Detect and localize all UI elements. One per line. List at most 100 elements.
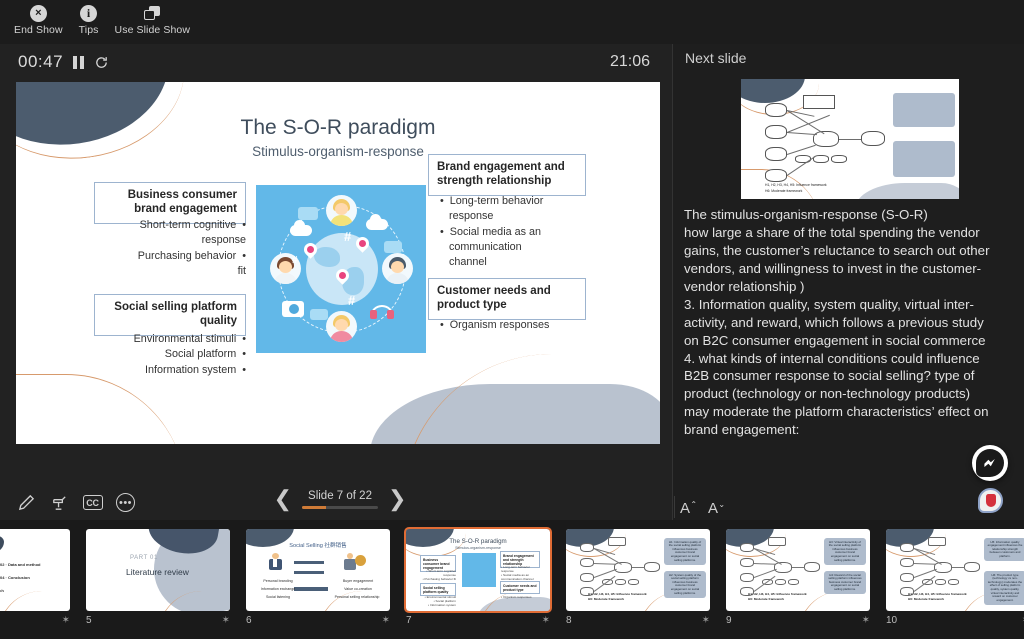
person-graphic — [268, 553, 282, 573]
star-icon[interactable]: ✶ — [62, 615, 70, 626]
next-slide-preview[interactable]: H1, H2, H3, H4, H5: Influence framework … — [741, 79, 959, 199]
annotation-tools: CC ••• — [16, 492, 136, 513]
diagram-edge — [792, 567, 805, 568]
thumbnail-item: PART 01 Literature review 5 ✶ — [78, 529, 238, 639]
box: Customer needs and product type — [500, 581, 540, 595]
previous-slide-button[interactable]: ❮ — [274, 488, 292, 510]
star-icon[interactable]: ✶ — [382, 615, 390, 626]
hashtag-icon: # — [344, 229, 352, 244]
font-size-controls: A ⌃ A ⌄ — [680, 500, 725, 517]
current-slide-pane: 00:47 21:06 The S-O-R paradigm Stimulus-… — [0, 44, 672, 520]
map-pin — [301, 240, 320, 259]
box-heading: Business consumer brand engagement — [127, 189, 237, 216]
thumbnail-subtitle: Stimulus-organism-response — [455, 546, 501, 550]
hashtag-icon: # — [348, 293, 356, 308]
slide-thumbnail-5[interactable]: PART 01 Literature review — [86, 529, 230, 611]
star-icon[interactable]: ✶ — [542, 615, 550, 626]
bullets: • Long-term behavior response • Social me… — [501, 565, 534, 582]
bullets-social-selling-platform: Environmental stimuli • Social platform … — [82, 332, 246, 378]
notes-line: brand engagement: — [684, 422, 800, 438]
notes-line: The stimulus-organism-response (S-O-R) — [684, 207, 928, 222]
reset-timer-button[interactable] — [94, 55, 109, 70]
diagram-node — [964, 562, 980, 572]
notes-line: vendor relationship ) — [684, 278, 805, 294]
slide-navigation: ❮ Slide 7 of 22 ❯ — [265, 488, 415, 510]
diagram-node — [608, 537, 626, 546]
star-icon[interactable]: ✶ — [862, 615, 870, 626]
closed-captions-icon[interactable]: CC — [82, 492, 103, 513]
slide-thumbnail-10[interactable]: H5: Information quality engagement influ… — [886, 529, 1024, 611]
slide-canvas[interactable]: The S-O-R paradigm Stimulus-organism-res… — [16, 82, 660, 444]
slide-thumbnail-9[interactable]: H3: Virtual interactivity of the social … — [726, 529, 870, 611]
laser-pointer-icon[interactable] — [49, 492, 70, 513]
bullet-item: Social platform • — [164, 348, 246, 361]
avatar-top — [326, 195, 357, 226]
next-slide-label: Next slide — [685, 50, 747, 66]
diagram-node — [615, 579, 626, 585]
diagram-node — [740, 543, 754, 552]
star-icon[interactable]: ✶ — [702, 615, 710, 626]
speech-bubble — [384, 241, 402, 253]
thumbnail-meta: 4 ✶ — [0, 615, 70, 626]
thumbnail-meta: 9 ✶ — [726, 615, 870, 626]
decor-curve — [318, 591, 382, 611]
wall-clock: 21:06 — [609, 53, 650, 70]
speaker-notes[interactable]: The stimulus-organism-response (S-O-R) h… — [684, 206, 1016, 439]
diagram-node — [804, 562, 820, 572]
use-slide-show-button[interactable]: Use Slide Show — [115, 0, 191, 36]
label: Personal branding — [263, 579, 293, 583]
increase-font-size-button[interactable]: A ⌃ — [680, 500, 697, 517]
pen-icon[interactable] — [16, 492, 37, 513]
map-pin — [333, 266, 352, 285]
label: Social listening — [266, 595, 290, 599]
messenger-icon[interactable] — [972, 445, 1008, 481]
thumbnail-number: 8 — [566, 615, 572, 626]
social-network-illustration: # # # — [256, 185, 426, 353]
box-brand-engagement-strength: Brand engagement and strength relationsh… — [428, 154, 586, 196]
bullets-customer-needs: • Organism responses — [440, 318, 600, 333]
more-options-icon[interactable]: ••• — [115, 492, 136, 513]
bullet-item: communication — [449, 240, 522, 253]
thumbnail-item: CONTENTS rature review 02 · Data and met… — [0, 529, 78, 639]
slide-thumbnail-8[interactable]: H1: Information quality of the social se… — [566, 529, 710, 611]
tips-button[interactable]: i Tips — [79, 0, 99, 36]
timer-bar: 00:47 21:06 — [0, 44, 672, 80]
slide-counter-group: Slide 7 of 22 — [302, 490, 378, 509]
thumbnail-number: 5 — [86, 615, 92, 626]
bullets: • Environmental stimuli • Social platform… — [424, 595, 456, 608]
headphones-icon — [370, 305, 394, 319]
thumbnail-title: Social Selling 社群销售 — [289, 543, 347, 549]
avatar-bottom — [326, 311, 357, 342]
diagram-edge — [913, 563, 936, 565]
divider — [674, 496, 675, 518]
diagram-footnote-1: H1, H2, H3, H4, H5: Influence framework — [765, 183, 827, 187]
hypothesis-callout-1 — [893, 93, 955, 127]
decrease-font-size-button[interactable]: A ⌄ — [708, 500, 725, 517]
slide-thumbnail-4[interactable]: CONTENTS rature review 02 · Data and met… — [0, 529, 70, 611]
contents-item: 05 · Further research — [0, 588, 4, 593]
notes-line: B2B consumer response to social selling?… — [684, 368, 975, 384]
cloud-icon — [290, 220, 312, 236]
bullet-item: response — [201, 234, 246, 247]
slide-title: The S-O-R paradigm — [240, 116, 436, 139]
star-icon[interactable]: ✶ — [222, 615, 230, 626]
diagram-node — [948, 579, 959, 585]
slide-progress-bar[interactable] — [302, 505, 378, 509]
end-show-button[interactable]: × End Show — [14, 0, 63, 36]
slide-thumbnail-7-active[interactable]: The S-O-R paradigm Stimulus-organism-res… — [404, 527, 552, 613]
security-shield-icon[interactable] — [978, 488, 1003, 513]
diagram-node — [580, 543, 594, 552]
slide-filmstrip[interactable]: CONTENTS rature review 02 · Data and met… — [0, 520, 1024, 639]
diagram-node — [775, 579, 786, 585]
diagram-footnote-2: H6: Moderate framework — [765, 189, 803, 193]
next-slide-button[interactable]: ❯ — [388, 488, 406, 510]
end-show-label: End Show — [14, 24, 63, 36]
slide-thumbnail-6[interactable]: Social Selling 社群销售 Personal branding In… — [246, 529, 390, 611]
notes-line: on B2C consumer engagement in social com… — [684, 332, 986, 348]
thumbnail-item: H5: Information quality engagement influ… — [878, 529, 1024, 639]
notes-line: 3. Information quality, system quality, … — [684, 296, 974, 312]
diagram-node — [831, 155, 847, 163]
arrow-left — [294, 561, 324, 564]
pause-timer-button[interactable] — [73, 55, 85, 69]
thumbnail-number: 6 — [246, 615, 252, 626]
